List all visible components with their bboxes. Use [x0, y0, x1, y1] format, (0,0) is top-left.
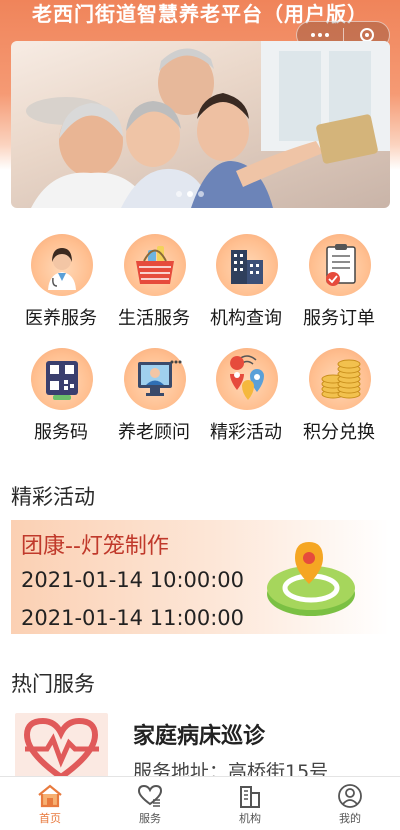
heart-pulse-icon: [23, 717, 99, 781]
location-pin-icon: [267, 542, 355, 616]
quick-service-activities[interactable]: 精彩活动: [196, 346, 296, 450]
coins-icon: [309, 348, 371, 410]
carousel-indicator: [176, 191, 204, 197]
section-title-hot-services: 热门服务: [11, 672, 95, 696]
tab-home[interactable]: 首页: [0, 777, 100, 830]
consultant-icon: [124, 348, 186, 410]
map-pins-icon: [216, 348, 278, 410]
quick-service-code[interactable]: 服务码: [11, 346, 111, 450]
quick-service-life[interactable]: 生活服务: [104, 232, 204, 336]
quick-service-orders[interactable]: 服务订单: [289, 232, 389, 336]
quick-service-label: 服务订单: [303, 308, 375, 329]
service-name[interactable]: 家庭病床巡诊: [133, 718, 265, 750]
building-icon: [216, 234, 278, 296]
tab-label: 我的: [339, 812, 361, 825]
activity-end-time: 2021-01-14 11:00:00: [21, 606, 245, 630]
quick-service-medical[interactable]: 医养服务: [11, 232, 111, 336]
tab-label: 首页: [39, 812, 61, 825]
quick-service-label: 医养服务: [25, 308, 97, 329]
shopping-basket-icon: [124, 234, 186, 296]
quick-service-points[interactable]: 积分兑换: [289, 346, 389, 450]
activity-card[interactable]: 团康--灯笼制作 2021-01-14 10:00:00 2021-01-14 …: [11, 520, 389, 634]
bottom-tab-bar: 首页 服务 机构 我的: [0, 776, 400, 830]
tab-profile[interactable]: 我的: [300, 777, 400, 830]
quick-service-advisor[interactable]: 养老顾问: [104, 346, 204, 450]
banner-carousel[interactable]: [11, 41, 390, 208]
quick-service-label: 养老顾问: [118, 422, 190, 443]
quick-service-label: 生活服务: [118, 308, 190, 329]
building-icon: [240, 786, 260, 808]
section-title-activities: 精彩活动: [11, 485, 95, 509]
heart-hand-icon: [137, 784, 163, 807]
tab-label: 机构: [239, 812, 261, 825]
quick-service-institution[interactable]: 机构查询: [196, 232, 296, 336]
home-icon: [38, 784, 62, 808]
doctor-icon: [31, 234, 93, 296]
tab-services[interactable]: 服务: [100, 777, 200, 830]
quick-service-label: 积分兑换: [303, 422, 375, 443]
service-thumbnail[interactable]: [15, 713, 108, 783]
banner-photo: [26, 41, 390, 208]
activity-start-time: 2021-01-14 10:00:00: [21, 568, 245, 592]
qr-code-icon: [31, 348, 93, 410]
quick-service-label: 服务码: [34, 422, 88, 443]
activity-title: 团康--灯笼制作: [21, 534, 169, 559]
tab-label: 服务: [139, 812, 161, 825]
user-icon: [338, 784, 362, 808]
quick-service-label: 精彩活动: [210, 422, 282, 443]
quick-service-label: 机构查询: [210, 308, 282, 329]
tab-institutions[interactable]: 机构: [200, 777, 300, 830]
clipboard-check-icon: [309, 234, 371, 296]
